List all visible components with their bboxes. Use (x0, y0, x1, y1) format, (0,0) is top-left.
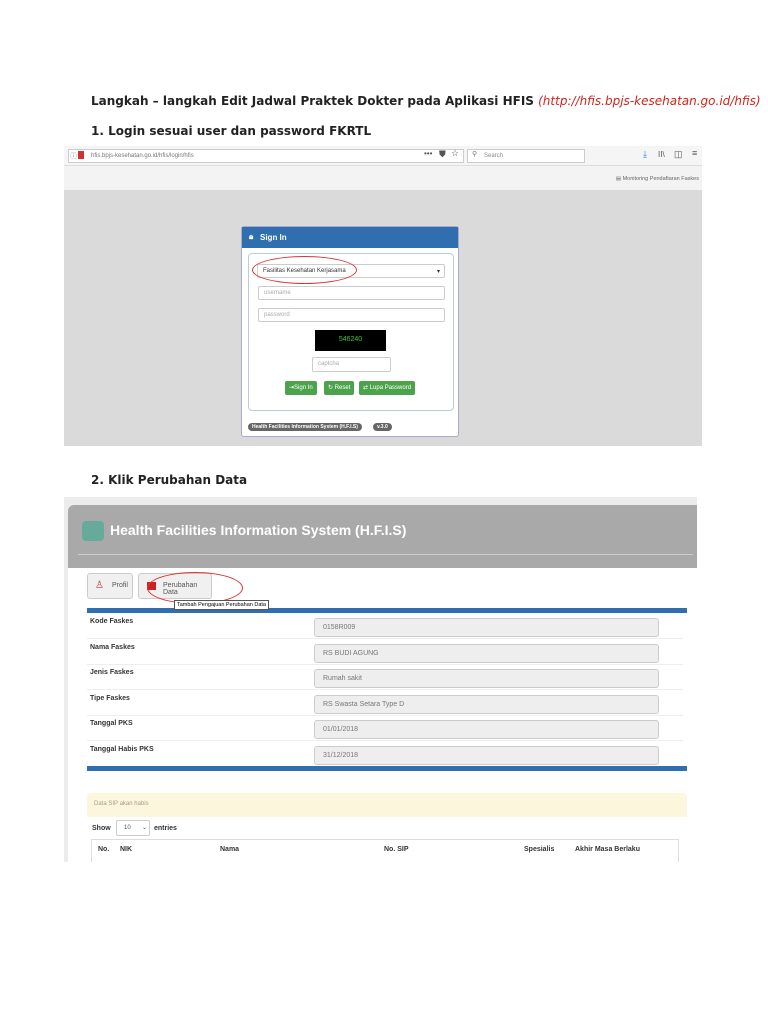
row-label: Tanggal PKS (90, 720, 133, 727)
search-input[interactable]: Search (467, 149, 585, 163)
document-title: Langkah – langkah Edit Jadwal Praktek Do… (91, 94, 761, 108)
sign-in-form: Fasilitas Kesehatan Kerjasama ▾ username … (248, 253, 454, 411)
download-icon[interactable]: ⤓ (643, 149, 647, 160)
site-navbar: ▤ Monitoring Pendaftaran Faskes (64, 166, 702, 190)
user-icon: ♙ (95, 580, 104, 591)
sign-in-header: 🔒︎ Sign In (242, 227, 458, 248)
row-label: Kode Faskes (90, 618, 134, 625)
col-spesialis[interactable]: Spesialis (524, 846, 554, 853)
step-2-heading: 2. Klik Perubahan Data (91, 473, 248, 487)
entries-label: entries (154, 825, 177, 832)
browser-toolbar: hfis.bpjs-kesehatan.go.id/hfis/login/hfi… (64, 146, 702, 166)
hfis-title: Health Facilities Information System (H.… (110, 522, 407, 538)
lupa-password-button[interactable]: ⇄ Lupa Password (359, 381, 416, 395)
password-input[interactable]: password (258, 308, 445, 322)
blue-bar (87, 766, 687, 771)
library-icon[interactable]: II\ (658, 150, 665, 159)
footer-badge: Health Facilities Information System (H.… (248, 423, 362, 431)
chevron-down-icon: ⌄ (141, 825, 147, 831)
row-value-field: Rumah sakit (314, 669, 659, 688)
show-label: Show (92, 825, 111, 832)
col-nama[interactable]: Nama (220, 846, 239, 853)
address-bar[interactable]: hfis.bpjs-kesehatan.go.id/hfis/login/hfi… (68, 149, 464, 163)
row-label: Nama Faskes (90, 643, 135, 651)
row-label: Jenis Faskes (90, 669, 134, 676)
username-input[interactable]: username (258, 286, 445, 300)
login-screenshot: hfis.bpjs-kesehatan.go.id/hfis/login/hfi… (64, 146, 702, 446)
title-text: Langkah – langkah Edit Jadwal Praktek Do… (91, 94, 534, 108)
caret-down-icon: ▾ (436, 269, 440, 275)
hfis-logo-icon (82, 521, 104, 541)
version-badge: v.3.0 (373, 423, 392, 431)
col-no-sip[interactable]: No. SIP (384, 846, 409, 853)
row-value-field: 0158R009 (314, 618, 659, 637)
tooltip: Tambah Pengajuan Perubahan Data (174, 600, 269, 610)
monitoring-link[interactable]: ▤ Monitoring Pendaftaran Faskes (616, 176, 699, 182)
sign-in-panel: 🔒︎ Sign In Fasilitas Kesehatan Kerjasama ▾… (241, 226, 459, 437)
search-icon: ⚲ (472, 151, 478, 158)
divider (78, 554, 693, 555)
sip-panel-header: Data SIP akan habis (87, 793, 687, 817)
info-icon: ⓘ (70, 153, 77, 160)
step-1-heading: 1. Login sesuai user dan password FKRTL (91, 124, 372, 138)
highlight-ellipse (252, 256, 357, 284)
row-value-field: 31/12/2018 (314, 745, 659, 765)
row-label: Tanggal Habis PKS (90, 745, 154, 753)
site-favicon-icon (78, 151, 84, 159)
hfis-header: Health Facilities Information System (H.… (68, 505, 697, 568)
sidebar-icon[interactable]: ◫ (674, 149, 683, 160)
table-header: No. NIK Nama No. SIP Spesialis Akhir Mas… (91, 839, 679, 862)
more-icon[interactable]: ••• (424, 149, 432, 158)
shield-icon[interactable]: ⛊ (439, 149, 446, 160)
faskes-row: Tipe Faskes RS Swasta Setara Type D (87, 691, 683, 716)
hfis-content: ♙ Profil Perubahan Data Tambah Pengajuan … (68, 568, 697, 862)
lock-icon: 🔒︎ (249, 232, 254, 241)
row-value-field: RS BUDI AGUNG (314, 643, 659, 663)
reset-button[interactable]: ↻ Reset (324, 381, 355, 395)
col-nik[interactable]: NIK (120, 846, 132, 853)
captcha-input[interactable]: captcha (312, 357, 391, 372)
col-akhir-masa-berlaku[interactable]: Akhir Masa Berlaku (575, 846, 640, 853)
entries-select[interactable]: 10 ⌄ (116, 820, 150, 836)
faskes-row: Tanggal PKS 01/01/2018 (87, 716, 683, 741)
star-icon[interactable]: ☆ (451, 148, 459, 159)
profil-button[interactable]: ♙ Profil (87, 573, 133, 599)
row-label: Tipe Faskes (90, 694, 130, 702)
hamburger-icon[interactable]: ≡ (692, 148, 697, 158)
faskes-row: Jenis Faskes Rumah sakit (87, 665, 683, 690)
faskes-row: Kode Faskes 0158R009 (87, 614, 683, 639)
faskes-row: Nama Faskes RS BUDI AGUNG (87, 640, 683, 665)
captcha-image: 546240 (315, 330, 386, 351)
faskes-row: Tanggal Habis PKS 31/12/2018 (87, 742, 683, 767)
title-url: (http://hfis.bpjs-kesehatan.go.id/hfis) (538, 94, 761, 108)
row-value-field: 01/01/2018 (314, 720, 659, 739)
col-no[interactable]: No. (98, 846, 109, 853)
row-value-field: RS Swasta Setara Type D (314, 694, 659, 714)
hfis-screenshot: Health Facilities Information System (H.… (64, 497, 697, 862)
sign-in-button[interactable]: ⇥Sign In (285, 381, 317, 395)
